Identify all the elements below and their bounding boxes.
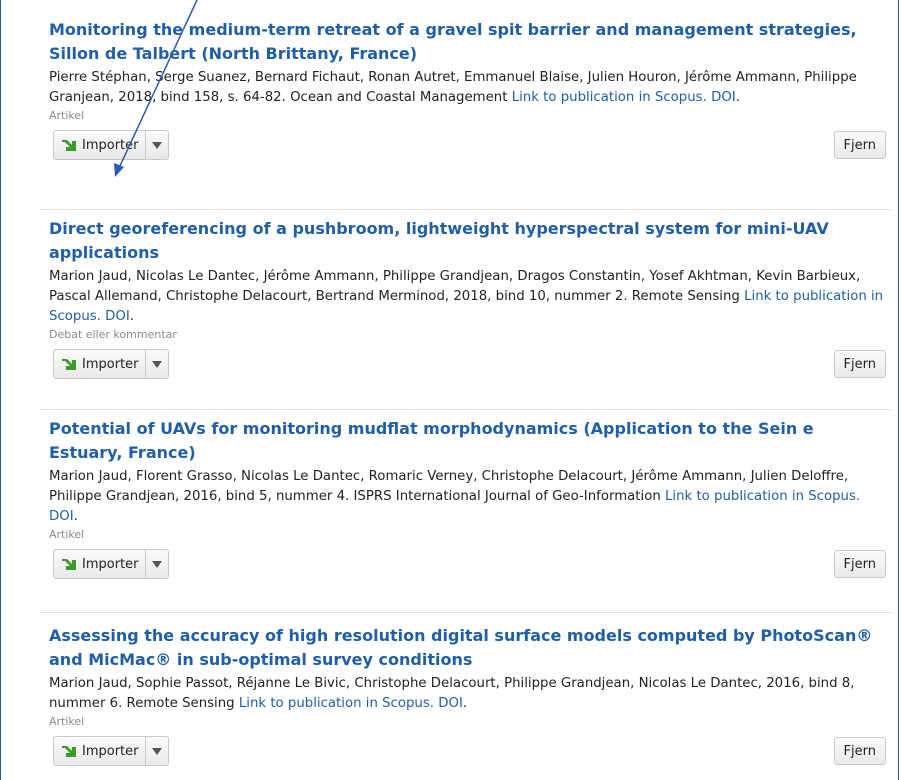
publication-title[interactable]: Assessing the accuracy of high resolutio… xyxy=(49,624,889,672)
import-dropdown-toggle[interactable] xyxy=(146,131,168,159)
import-button-group: Importer xyxy=(53,349,169,379)
item-actions: Importer Fjern xyxy=(40,736,892,766)
import-label: Importer xyxy=(82,556,139,572)
import-button-group: Importer xyxy=(53,549,169,579)
publication-item: Direct georeferencing of a pushbroom, li… xyxy=(40,210,892,410)
item-actions: Importer Fjern xyxy=(40,130,892,160)
caret-down-icon xyxy=(151,747,162,755)
doi-link[interactable]: DOI xyxy=(105,309,130,324)
publication-type: Debat eller kommentar xyxy=(49,328,177,341)
publication-type: Artikel xyxy=(49,528,85,541)
publication-meta: Marion Jaud, Florent Grasso, Nicolas Le … xyxy=(49,469,861,524)
import-dropdown-toggle[interactable] xyxy=(146,737,168,765)
caret-down-icon xyxy=(151,141,162,149)
caret-down-icon xyxy=(151,360,162,368)
import-button-group: Importer xyxy=(53,736,169,766)
import-button[interactable]: Importer xyxy=(54,550,146,578)
publication-title[interactable]: Potential of UAVs for monitoring mudflat… xyxy=(49,417,889,465)
publication-citation: Marion Jaud, Nicolas Le Dantec, Jérôme A… xyxy=(49,269,861,304)
publication-type: Artikel xyxy=(49,109,85,122)
import-button[interactable]: Importer xyxy=(54,737,146,765)
import-button[interactable]: Importer xyxy=(54,350,146,378)
item-actions: Importer Fjern xyxy=(40,349,892,379)
scopus-link[interactable]: Link to publication in Scopus. xyxy=(665,489,860,504)
doi-link[interactable]: DOI xyxy=(711,90,736,105)
publication-title[interactable]: Direct georeferencing of a pushbroom, li… xyxy=(49,217,889,265)
doi-link[interactable]: DOI xyxy=(49,509,74,524)
publication-meta: Marion Jaud, Nicolas Le Dantec, Jérôme A… xyxy=(49,269,884,324)
remove-button[interactable]: Fjern xyxy=(833,350,886,378)
publication-item: Monitoring the medium-term retreat of a … xyxy=(40,0,892,210)
publication-item: Assessing the accuracy of high resolutio… xyxy=(40,613,892,780)
publication-meta: Marion Jaud, Sophie Passot, Réjanne Le B… xyxy=(49,676,855,711)
remove-button[interactable]: Fjern xyxy=(833,737,886,765)
import-button-group: Importer xyxy=(53,130,169,160)
remove-button[interactable]: Fjern xyxy=(833,550,886,578)
publication-list: Monitoring the medium-term retreat of a … xyxy=(40,0,892,780)
green-arrow-icon xyxy=(62,559,76,570)
publication-citation: Pierre Stéphan, Serge Suanez, Bernard Fi… xyxy=(49,70,857,105)
publication-title[interactable]: Monitoring the medium-term retreat of a … xyxy=(49,18,889,66)
green-arrow-icon xyxy=(62,140,76,151)
import-dropdown-toggle[interactable] xyxy=(146,350,168,378)
scopus-link[interactable]: Link to publication in Scopus. xyxy=(239,696,434,711)
import-label: Importer xyxy=(82,356,139,372)
import-dropdown-toggle[interactable] xyxy=(146,550,168,578)
publication-item: Potential of UAVs for monitoring mudflat… xyxy=(40,410,892,613)
remove-button[interactable]: Fjern xyxy=(833,131,886,159)
publication-type: Artikel xyxy=(49,715,85,728)
doi-link[interactable]: DOI xyxy=(438,696,463,711)
green-arrow-icon xyxy=(62,359,76,370)
import-button[interactable]: Importer xyxy=(54,131,146,159)
item-actions: Importer Fjern xyxy=(40,549,892,579)
caret-down-icon xyxy=(151,560,162,568)
import-label: Importer xyxy=(82,137,139,153)
publication-meta: Pierre Stéphan, Serge Suanez, Bernard Fi… xyxy=(49,70,857,105)
import-label: Importer xyxy=(82,743,139,759)
green-arrow-icon xyxy=(62,746,76,757)
scopus-link[interactable]: Link to publication in Scopus. xyxy=(512,90,707,105)
